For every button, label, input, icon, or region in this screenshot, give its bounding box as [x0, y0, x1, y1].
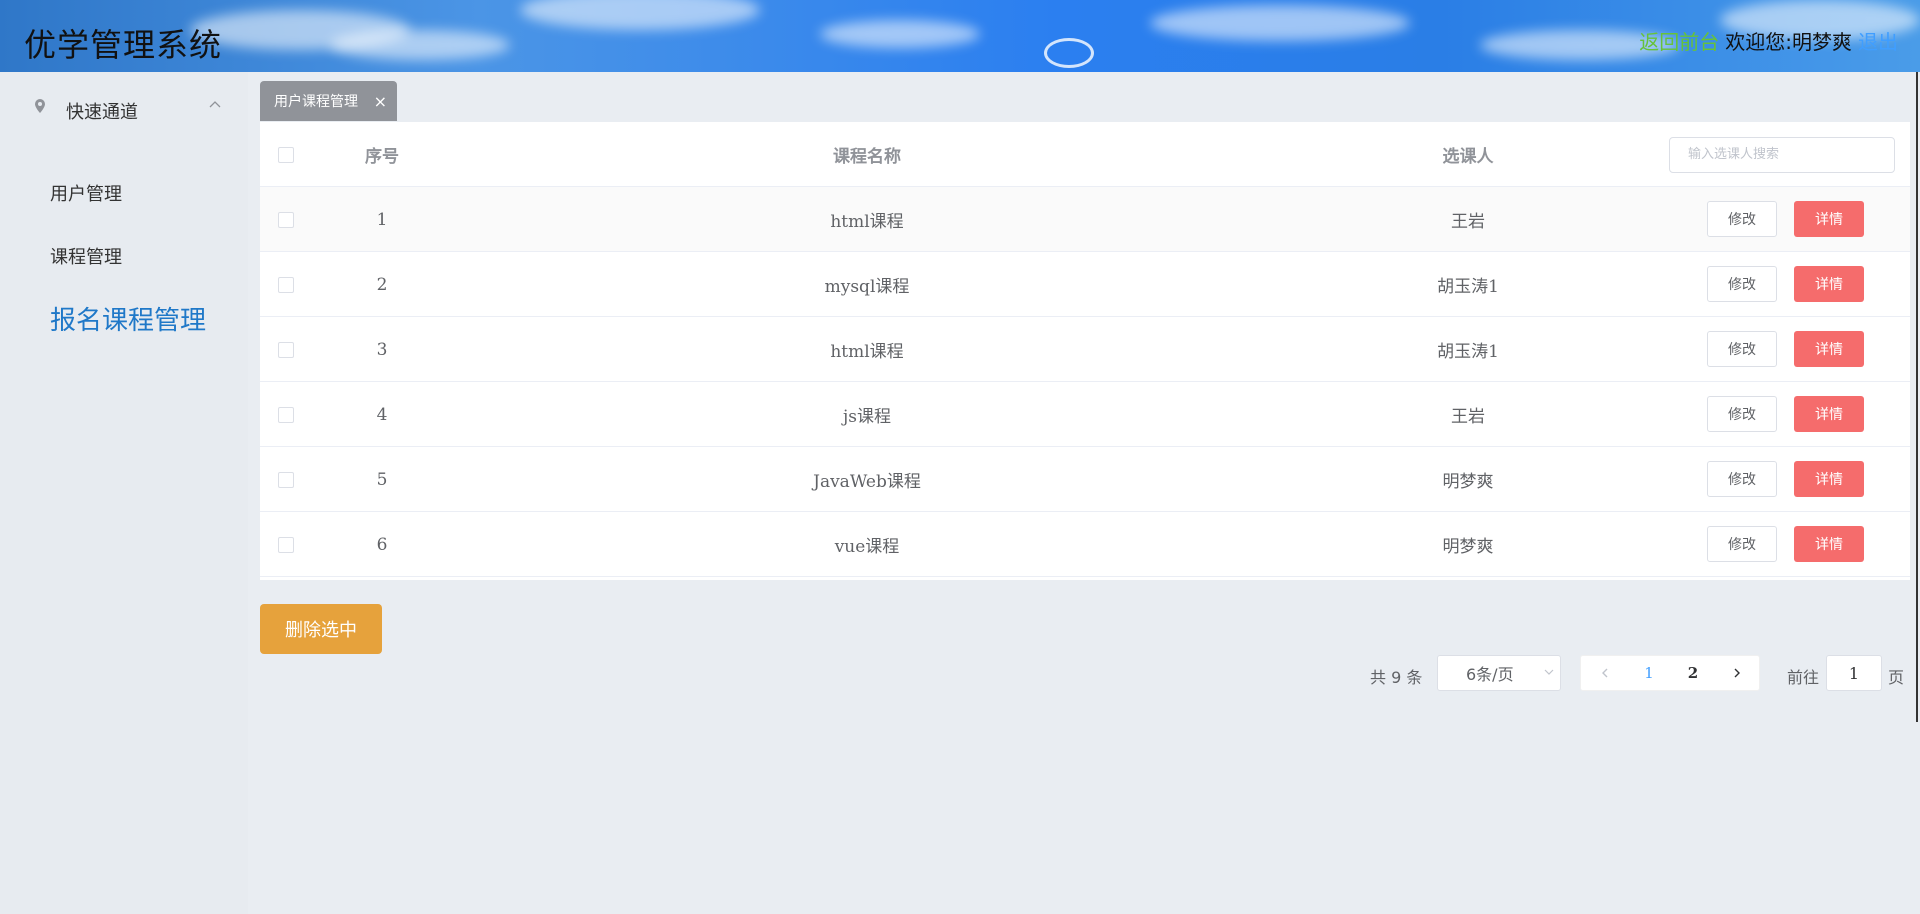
detail-button[interactable]: 详情: [1794, 461, 1864, 497]
detail-button[interactable]: 详情: [1794, 266, 1864, 302]
table-row: 1 html课程 王岩 修改 详情: [260, 187, 1910, 252]
cell-no: 4: [376, 404, 388, 425]
sidebar-group-quick-access[interactable]: 快速通道: [0, 72, 248, 144]
header-course-name: 课程名称: [833, 147, 901, 167]
prev-page-button[interactable]: [1585, 656, 1625, 690]
tab-user-course-management[interactable]: 用户课程管理 ×: [260, 81, 397, 121]
goto-page-input[interactable]: [1826, 655, 1882, 691]
cell-no: 6: [376, 534, 388, 555]
header-user-area: 返回前台 欢迎您:明梦爽 退出: [1639, 26, 1898, 55]
back-to-front-link[interactable]: 返回前台: [1639, 26, 1719, 55]
chevron-down-icon: [1544, 669, 1554, 675]
cell-no: 1: [376, 209, 388, 230]
select-all-checkbox[interactable]: [278, 146, 294, 163]
goto-label: 前往: [1787, 668, 1820, 687]
edit-button[interactable]: 修改: [1707, 201, 1777, 237]
edit-button[interactable]: 修改: [1707, 526, 1777, 562]
row-checkbox[interactable]: [278, 276, 294, 293]
logout-link[interactable]: 退出: [1858, 26, 1898, 55]
edit-button[interactable]: 修改: [1707, 266, 1777, 302]
row-checkbox[interactable]: [278, 406, 294, 423]
detail-button[interactable]: 详情: [1794, 526, 1864, 562]
edit-button[interactable]: 修改: [1707, 396, 1777, 432]
cell-no: 2: [376, 274, 388, 295]
cell-enrollee: 明梦爽: [1442, 472, 1494, 492]
chevron-up-icon: [209, 101, 221, 108]
table-row: 2 mysql课程 胡玉涛1 修改 详情: [260, 252, 1910, 317]
row-checkbox[interactable]: [278, 341, 294, 358]
cell-course-name: html课程: [830, 342, 904, 362]
sidebar-item-course-management[interactable]: 课程管理: [50, 243, 122, 269]
header-bar: 优学管理系统 返回前台 欢迎您:明梦爽 退出: [0, 0, 1920, 72]
page-size-value: 6条/页: [1466, 665, 1514, 684]
cell-course-name: js课程: [843, 407, 891, 427]
cell-no: 5: [376, 469, 388, 490]
detail-button[interactable]: 详情: [1794, 396, 1864, 432]
tab-close-icon[interactable]: ×: [374, 92, 387, 111]
page-size-select[interactable]: 6条/页: [1437, 655, 1561, 691]
cell-course-name: html课程: [830, 212, 904, 232]
pagination-total: 共 9 条: [1370, 668, 1423, 687]
next-page-button[interactable]: [1717, 656, 1757, 690]
row-checkbox[interactable]: [278, 471, 294, 488]
vertical-scrollbar[interactable]: [1916, 72, 1918, 722]
cell-no: 3: [376, 339, 388, 360]
table-row: 4 js课程 王岩 修改 详情: [260, 382, 1910, 447]
pagination-pager: 1 2: [1580, 655, 1760, 691]
sidebar-item-enrollment-management[interactable]: 报名课程管理: [50, 300, 206, 337]
table-header-row: 序号 课程名称 选课人: [260, 122, 1910, 187]
sidebar: [0, 72, 248, 914]
cell-enrollee: 王岩: [1451, 212, 1485, 232]
page-2-button[interactable]: 2: [1673, 656, 1713, 690]
tab-label: 用户课程管理: [274, 94, 358, 110]
cell-course-name: mysql课程: [824, 277, 910, 297]
chevron-left-icon: [1602, 668, 1608, 678]
search-input[interactable]: [1669, 136, 1895, 173]
goto-suffix: 页: [1888, 668, 1905, 687]
sidebar-item-user-management[interactable]: 用户管理: [50, 180, 122, 206]
edit-button[interactable]: 修改: [1707, 331, 1777, 367]
table-row: 5 JavaWeb课程 明梦爽 修改 详情: [260, 447, 1910, 512]
row-checkbox[interactable]: [278, 211, 294, 228]
table-row: 3 html课程 胡玉涛1 修改 详情: [260, 317, 1910, 382]
row-checkbox[interactable]: [278, 536, 294, 553]
cell-enrollee: 明梦爽: [1442, 537, 1494, 557]
header-bubble-decoration: [1044, 38, 1094, 68]
cell-course-name: vue课程: [834, 537, 900, 557]
header-enrollee: 选课人: [1442, 147, 1494, 167]
cell-course-name: JavaWeb课程: [813, 472, 921, 492]
app-title: 优学管理系统: [24, 26, 223, 64]
course-table: 序号 课程名称 选课人 1html课程王岩修改详情2mysql课程胡玉涛1修改详…: [260, 122, 1910, 580]
sidebar-group-label: 快速通道: [66, 102, 138, 123]
detail-button[interactable]: 详情: [1794, 201, 1864, 237]
welcome-text: 欢迎您:明梦爽: [1725, 30, 1852, 54]
cell-enrollee: 胡玉涛1: [1437, 342, 1499, 362]
edit-button[interactable]: 修改: [1707, 461, 1777, 497]
location-pin-icon: [35, 99, 45, 113]
delete-selected-button[interactable]: 删除选中: [260, 604, 382, 654]
detail-button[interactable]: 详情: [1794, 331, 1864, 367]
header-no: 序号: [365, 147, 399, 167]
cell-enrollee: 王岩: [1451, 407, 1485, 427]
page-1-button[interactable]: 1: [1629, 656, 1669, 690]
cell-enrollee: 胡玉涛1: [1437, 277, 1499, 297]
table-row: 6 vue课程 明梦爽 修改 详情: [260, 512, 1910, 577]
chevron-right-icon: [1734, 668, 1740, 678]
